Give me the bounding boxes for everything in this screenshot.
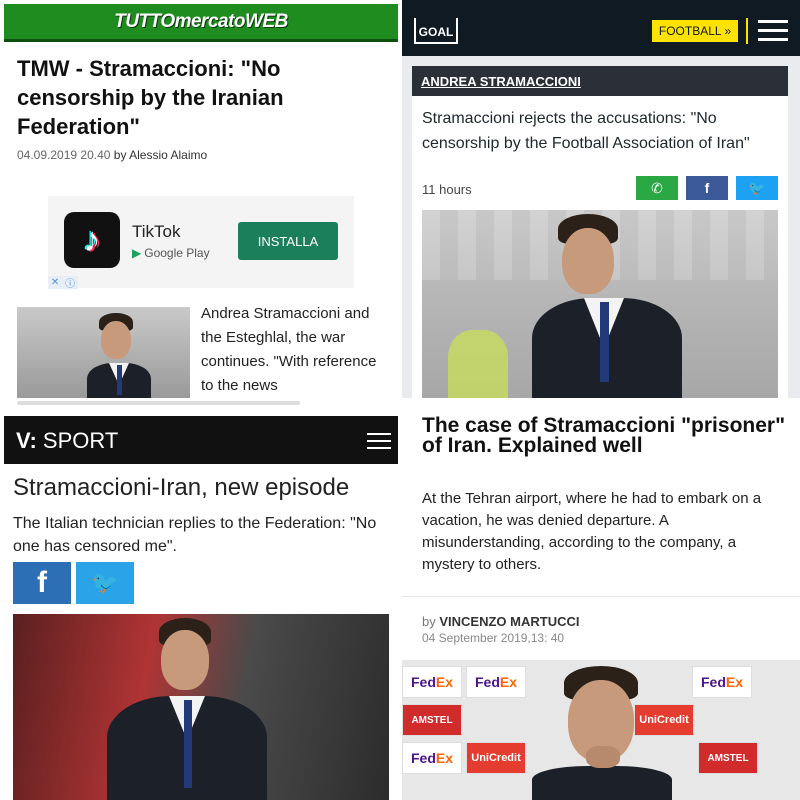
vsport-logo-sport: SPORT	[42, 428, 119, 453]
article-by-prefix: by	[422, 614, 436, 629]
amstel-logo: AMSTEL	[402, 704, 462, 736]
horizontal-scrollbar[interactable]	[17, 401, 300, 405]
tmw-logo[interactable]: TUTTOmercatoWEB	[114, 11, 288, 33]
tiktok-icon: ♪	[64, 212, 120, 268]
whatsapp-share-button[interactable]: ✆	[636, 176, 678, 200]
goal-logo[interactable]: GOAL	[414, 22, 458, 44]
hand	[586, 746, 620, 768]
twitter-icon: 🐦	[748, 179, 766, 196]
goal-timestamp: 11 hours	[422, 182, 472, 197]
vsport-subtitle: The Italian technician replies to the Fe…	[13, 515, 377, 555]
related-article-thumbnail[interactable]	[17, 307, 190, 398]
ad-store-name: Google Play	[144, 246, 210, 260]
adchoices-badge[interactable]: ✕ ⓘ	[48, 275, 78, 290]
tmw-date: 04.09.2019 20.40	[17, 148, 111, 162]
vsport-logo[interactable]: V: SPORT	[16, 428, 118, 454]
twitter-share-button[interactable]: 🐦	[76, 562, 134, 604]
goal-article-photo	[422, 210, 778, 398]
ad-app-name: TikTok	[132, 222, 181, 241]
related-article-text[interactable]: Andrea Stramaccioni and the Esteghlal, t…	[201, 302, 391, 398]
facebook-share-button[interactable]: f	[13, 562, 71, 604]
tmw-byline: 04.09.2019 20.40 by Alessio Alaimo	[17, 148, 207, 162]
football-section-button[interactable]: FOOTBALL »	[652, 20, 738, 42]
goal-category-link[interactable]: ANDREA STRAMACCIONI	[412, 66, 788, 96]
facebook-icon: f	[37, 566, 47, 599]
article-panel: The case of Stramaccioni "prisoner" of I…	[402, 402, 800, 800]
stramaccioni-photo	[107, 618, 287, 800]
article-date: 04 September 2019,13: 40	[422, 631, 565, 645]
vsport-panel: V: SPORT Stramaccioni-Iran, new episode …	[0, 412, 398, 800]
fedex-logo: Fed Ex	[692, 666, 752, 698]
amstel-logo: AMSTEL	[698, 742, 758, 774]
hamburger-menu-icon[interactable]	[758, 20, 788, 42]
article-photo: Fed Ex Fed Ex Fed Ex AMSTEL UniCredit Fed Ex…	[402, 660, 800, 800]
twitter-share-button[interactable]: 🐦	[736, 176, 778, 200]
article-byline: by VINCENZO MARTUCCI	[422, 614, 579, 629]
vsport-logo-v: V:	[16, 428, 37, 453]
fedex-logo: Fed Ex	[402, 742, 462, 774]
ad-info-icon[interactable]: ⓘ	[65, 275, 75, 290]
fedex-logo: Fed Ex	[402, 666, 462, 698]
google-play-icon: ▶	[132, 246, 142, 260]
vsport-header: V: SPORT	[4, 416, 398, 464]
divider	[402, 596, 800, 597]
article-lead: At the Tehran airport, where he had to e…	[422, 490, 762, 573]
article-author[interactable]: VINCENZO MARTUCCI	[439, 614, 579, 629]
tiktok-ad[interactable]: ♪ TikTok ▶ Google Play INSTALLA	[48, 196, 354, 288]
vsport-article-photo	[13, 614, 389, 800]
ad-close-icon[interactable]: ✕	[51, 277, 59, 288]
tmw-header: TUTTOmercatoWEB	[4, 4, 398, 42]
article-headline: The case of Stramaccioni "prisoner" of I…	[422, 414, 786, 457]
tmw-panel: TUTTOmercatoWEB TMW - Stramaccioni: "No …	[0, 0, 398, 408]
whatsapp-icon: ✆	[651, 179, 663, 196]
goal-header: GOAL FOOTBALL »	[402, 0, 800, 56]
install-button[interactable]: INSTALLA	[238, 222, 338, 260]
fedex-logo: Fed Ex	[466, 666, 526, 698]
goal-article-card: ANDREA STRAMACCIONI Stramaccioni rejects…	[412, 66, 788, 398]
facebook-icon: f	[704, 180, 710, 196]
unicredit-logo: UniCredit	[466, 742, 526, 774]
facebook-share-button[interactable]: f	[686, 176, 728, 200]
steward-figure	[448, 330, 508, 398]
tmw-author[interactable]: Alessio Alaimo	[129, 148, 207, 162]
google-play-label: ▶ Google Play	[132, 246, 210, 260]
goal-panel: GOAL FOOTBALL » ANDREA STRAMACCIONI Stra…	[402, 0, 800, 398]
tmw-headline: TMW - Stramaccioni: "No censorship by th…	[17, 56, 284, 139]
stramaccioni-photo	[532, 214, 712, 398]
header-divider	[746, 18, 748, 44]
tmw-by-prefix: by	[113, 148, 127, 162]
stramaccioni-photo	[87, 313, 167, 398]
goal-headline: Stramaccioni rejects the accusations: "N…	[422, 110, 750, 152]
stramaccioni-photo	[528, 666, 678, 800]
vsport-headline: Stramaccioni-Iran, new episode	[13, 474, 350, 501]
hamburger-menu-icon[interactable]	[367, 433, 391, 451]
twitter-icon: 🐦	[91, 570, 119, 595]
